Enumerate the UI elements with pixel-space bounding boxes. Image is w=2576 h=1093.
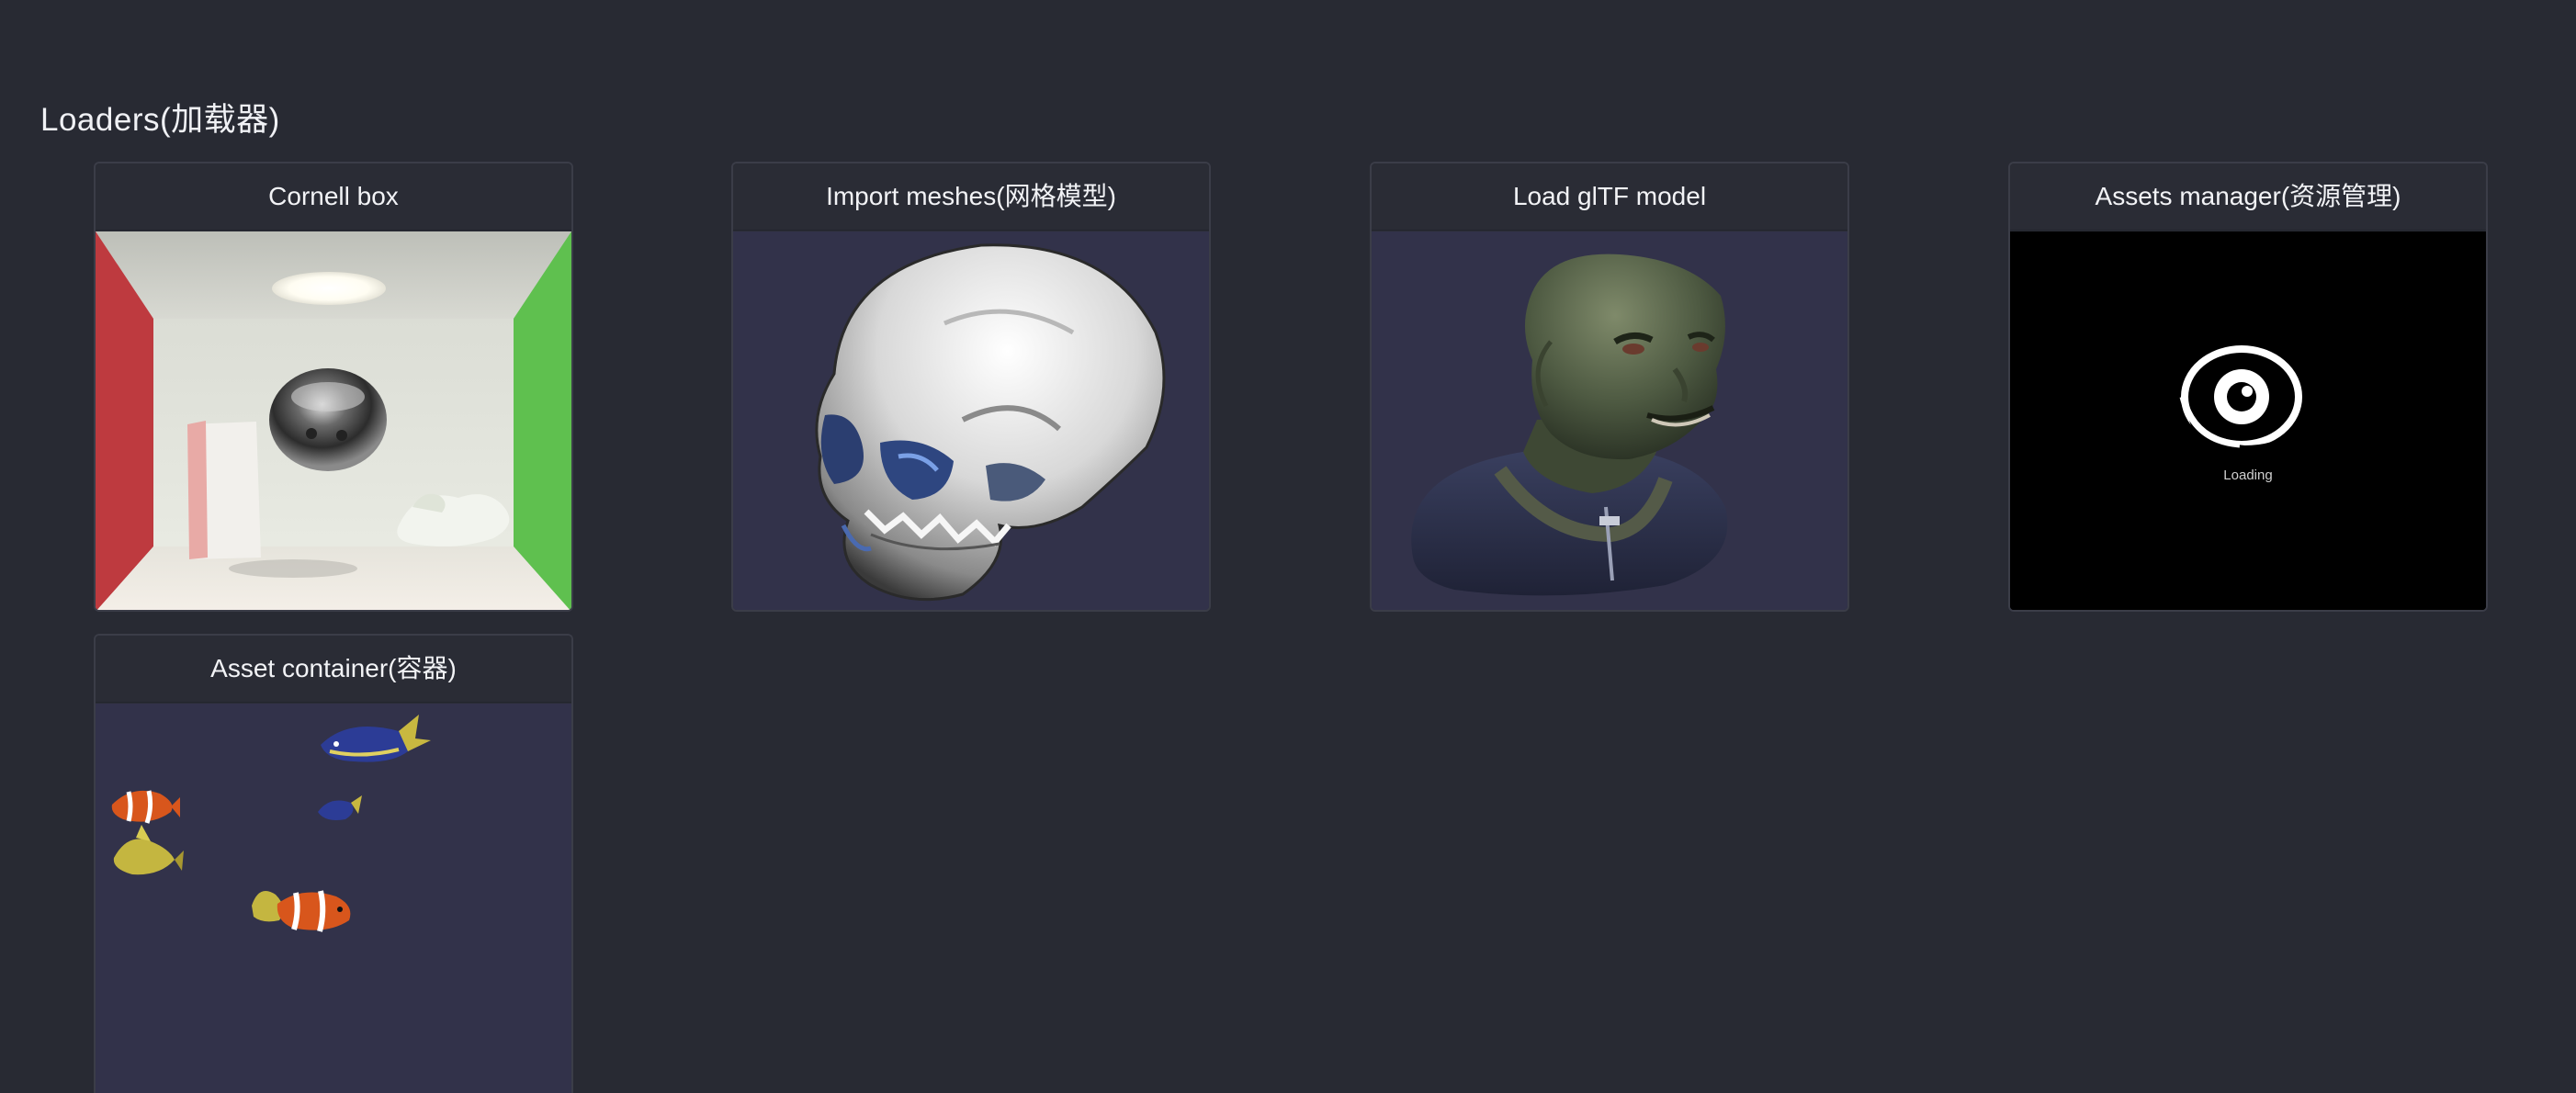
card-title: Assets manager(资源管理) [2010, 163, 2486, 231]
example-card-cornell-box[interactable]: Cornell box [94, 162, 573, 612]
example-card-asset-container[interactable]: Asset container(容器) [94, 634, 573, 1093]
loading-text: Loading [2223, 468, 2273, 483]
card-title: Import meshes(网格模型) [733, 163, 1209, 231]
skull-mesh-thumbnail[interactable] [733, 231, 1209, 610]
example-card-import-meshes[interactable]: Import meshes(网格模型) [731, 162, 1211, 612]
card-title: Cornell box [96, 163, 571, 231]
loading-screen-thumbnail[interactable]: Loading [2010, 231, 2486, 610]
cornell-box-thumbnail[interactable] [96, 231, 571, 610]
fish-scene-thumbnail[interactable] [96, 704, 571, 1093]
card-title: Load glTF model [1372, 163, 1847, 231]
section-title: Loaders(加载器) [40, 102, 280, 138]
example-card-assets-manager[interactable]: Assets manager(资源管理) Loading [2008, 162, 2488, 612]
card-title: Asset container(容器) [96, 636, 571, 703]
example-card-load-gltf[interactable]: Load glTF model [1370, 162, 1849, 612]
alien-bust-thumbnail[interactable] [1372, 231, 1847, 610]
